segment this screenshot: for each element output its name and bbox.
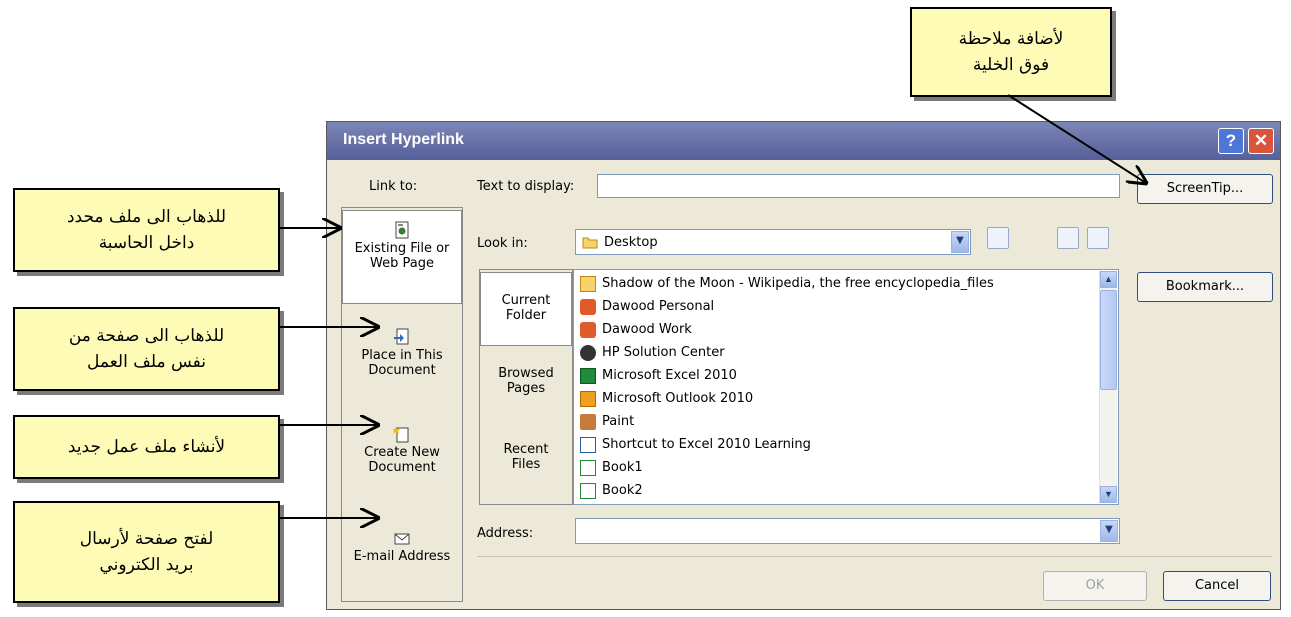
- file-list-item[interactable]: Microsoft Excel 2010: [580, 364, 737, 387]
- text-to-display-input[interactable]: [597, 174, 1120, 198]
- link-create-new-document[interactable]: Create New Document: [342, 415, 462, 495]
- link-place-in-document[interactable]: Place in This Document: [342, 318, 462, 398]
- close-button[interactable]: ✕: [1248, 128, 1274, 154]
- callout-line: لفتح صفحة لأرسال: [79, 528, 214, 549]
- browse-tabs: Current Folder Browsed Pages Recent File…: [479, 269, 573, 505]
- cancel-button[interactable]: Cancel: [1163, 571, 1271, 601]
- hp-icon: [580, 344, 596, 361]
- tab-label-line: Folder: [505, 308, 547, 323]
- insert-hyperlink-dialog: Insert Hyperlink ? ✕ Link to: Existing F…: [326, 121, 1281, 610]
- callout-line: فوق الخلية: [972, 55, 1050, 75]
- file-list-item[interactable]: Dawood Work: [580, 318, 692, 341]
- tab-current-folder[interactable]: Current Folder: [480, 272, 572, 346]
- file-list-item[interactable]: Dawood Personal: [580, 295, 714, 318]
- screentip-button[interactable]: ScreenTip...: [1137, 174, 1273, 204]
- place-in-document-icon: [394, 328, 409, 345]
- chevron-down-icon[interactable]: ▼: [951, 231, 969, 253]
- callout-new-document: لأنشاء ملف عمل جديد: [13, 415, 280, 479]
- excel-icon: [580, 367, 596, 384]
- link-to-label: Link to:: [369, 179, 418, 194]
- look-in-label: Look in:: [477, 236, 528, 251]
- file-list-item[interactable]: Book1: [580, 456, 643, 479]
- link-label-line: Existing File or: [354, 241, 450, 256]
- look-in-value: Desktop: [604, 235, 658, 250]
- tab-label-line: Browsed: [498, 366, 554, 381]
- file-list-item[interactable]: Shadow of the Moon - Wikipedia, the free…: [580, 272, 994, 295]
- file-name: Microsoft Outlook 2010: [602, 391, 754, 406]
- tab-label-line: Files: [511, 457, 541, 472]
- outlook-icon: [580, 390, 596, 407]
- scroll-up-icon[interactable]: ▲: [1100, 271, 1117, 288]
- folder-icon: [582, 237, 598, 249]
- email-icon: [394, 533, 410, 545]
- file-name: Dawood Personal: [602, 299, 715, 314]
- tab-label-line: Pages: [506, 381, 546, 396]
- callout-line: للذهاب الى صفحة من: [68, 325, 225, 346]
- file-list-item[interactable]: Book2: [580, 479, 643, 502]
- file-name: Shortcut to Excel 2010 Learning: [602, 437, 811, 452]
- browse-web-icon[interactable]: [1057, 227, 1079, 249]
- tab-label-line: Recent: [503, 442, 549, 457]
- title-bar[interactable]: Insert Hyperlink ? ✕: [327, 122, 1280, 160]
- link-existing-file[interactable]: Existing File or Web Page: [342, 210, 462, 304]
- tab-recent-files[interactable]: Recent Files: [480, 442, 572, 492]
- scroll-thumb[interactable]: [1100, 290, 1117, 390]
- link-label-line: Create New: [364, 445, 440, 460]
- file-name: Dawood Work: [602, 322, 692, 337]
- link-label-line: Web Page: [370, 256, 434, 271]
- up-one-folder-icon[interactable]: [987, 227, 1009, 249]
- link-label-line: Place in This: [361, 348, 443, 363]
- file-list[interactable]: Shadow of the Moon - Wikipedia, the free…: [573, 269, 1119, 505]
- file-name: Book2: [602, 483, 643, 498]
- browse-file-icon[interactable]: [1087, 227, 1109, 249]
- callout-line: داخل الحاسبة: [98, 233, 195, 253]
- file-name: HP Solution Center: [602, 345, 725, 360]
- ok-button[interactable]: OK: [1043, 571, 1147, 601]
- help-button[interactable]: ?: [1218, 128, 1244, 154]
- file-list-scrollbar[interactable]: ▲ ▼: [1099, 271, 1117, 503]
- scroll-down-icon[interactable]: ▼: [1100, 486, 1117, 503]
- tab-label-line: Current: [501, 293, 551, 308]
- tab-browsed-pages[interactable]: Browsed Pages: [480, 366, 572, 416]
- folder-icon: [580, 275, 596, 292]
- callout-existing-file: للذهاب الى ملف محدد داخل الحاسبة: [13, 188, 280, 272]
- file-name: Microsoft Excel 2010: [602, 368, 737, 383]
- file-list-item[interactable]: Paint: [580, 410, 634, 433]
- shortcut-icon: [580, 298, 596, 315]
- file-name: Book1: [602, 460, 643, 475]
- callout-line: بريد الكتروني: [99, 555, 194, 575]
- callout-email: لفتح صفحة لأرسال بريد الكتروني: [13, 501, 280, 603]
- callout-line: للذهاب الى ملف محدد: [66, 206, 227, 227]
- link-to-panel: Existing File or Web Page Place in This …: [341, 207, 463, 602]
- paint-icon: [580, 413, 596, 430]
- file-list-item[interactable]: Shortcut to Excel 2010 Learning: [580, 433, 811, 456]
- file-name: Paint: [602, 414, 635, 429]
- look-in-select[interactable]: Desktop ▼: [575, 229, 971, 255]
- link-label-line: Document: [368, 460, 436, 475]
- callout-line: لأنشاء ملف عمل جديد: [67, 436, 226, 457]
- new-document-icon: [393, 426, 409, 443]
- bookmark-button[interactable]: Bookmark...: [1137, 272, 1273, 302]
- file-list-item[interactable]: HP Solution Center: [580, 341, 725, 364]
- word-icon: [580, 436, 596, 453]
- callout-line: نفس ملف العمل: [87, 352, 206, 372]
- excel-book-icon: [580, 459, 596, 476]
- callout-place-in-document: للذهاب الى صفحة من نفس ملف العمل: [13, 307, 280, 391]
- file-list-item[interactable]: Microsoft Outlook 2010: [580, 387, 753, 410]
- dialog-title: Insert Hyperlink: [343, 131, 464, 148]
- shortcut-icon: [580, 321, 596, 338]
- link-label-line: Document: [368, 363, 436, 378]
- link-email-address[interactable]: E-mail Address: [342, 515, 462, 585]
- existing-file-icon: [395, 221, 409, 239]
- address-input[interactable]: ▼: [575, 518, 1120, 544]
- address-label: Address:: [477, 526, 534, 541]
- text-to-display-label: Text to display:: [477, 179, 575, 194]
- callout-screentip: لأضافة ملاحظة فوق الخلية: [910, 7, 1112, 97]
- divider: [477, 556, 1272, 557]
- callout-line: لأضافة ملاحظة: [958, 28, 1064, 49]
- link-label-line: E-mail Address: [353, 549, 451, 564]
- chevron-down-icon[interactable]: ▼: [1100, 520, 1118, 542]
- file-name: Shadow of the Moon - Wikipedia, the free…: [602, 276, 994, 291]
- excel-book-icon: [580, 482, 596, 499]
